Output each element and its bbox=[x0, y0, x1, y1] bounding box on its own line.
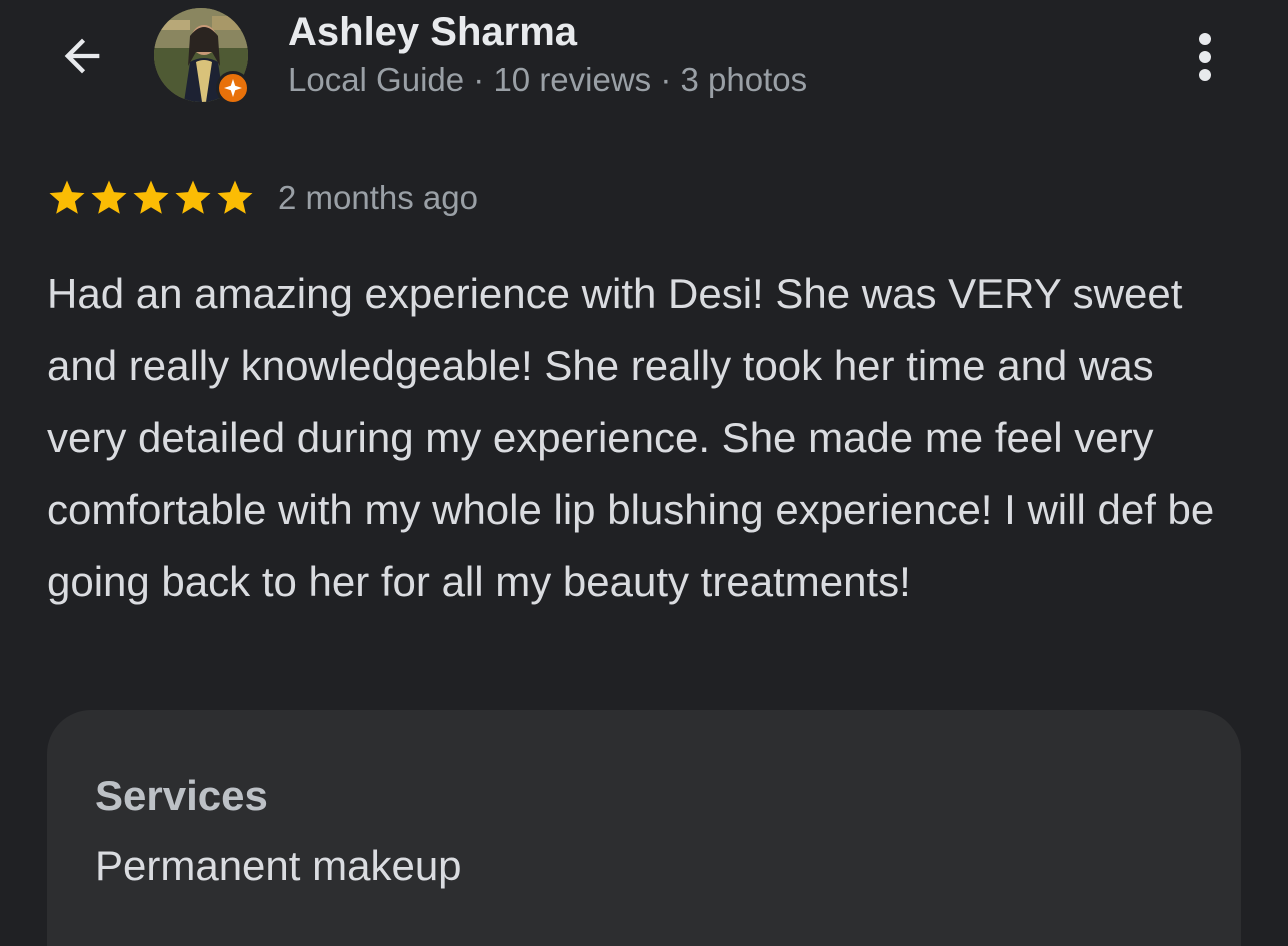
star-rating bbox=[46, 177, 256, 219]
review-text: Had an amazing experience with Desi! She… bbox=[47, 270, 1215, 605]
star-icon bbox=[175, 180, 211, 214]
local-guide-star-icon bbox=[224, 79, 242, 97]
back-button[interactable] bbox=[52, 28, 112, 84]
more-vert-icon bbox=[1199, 33, 1211, 81]
star-icon bbox=[91, 180, 127, 214]
services-title: Services bbox=[95, 772, 268, 819]
rating-row: 2 months ago bbox=[46, 176, 478, 220]
star-icon bbox=[49, 180, 85, 214]
star-icon bbox=[217, 180, 253, 214]
local-guide-badge bbox=[216, 71, 250, 105]
arrow-back-icon bbox=[64, 38, 100, 74]
reviewer-name[interactable]: Ashley Sharma bbox=[288, 10, 577, 55]
review-time: 2 months ago bbox=[278, 179, 478, 216]
services-card: Services Permanent makeup bbox=[47, 710, 1241, 946]
star-icon bbox=[133, 180, 169, 214]
avatar[interactable] bbox=[154, 8, 250, 105]
services-value: Permanent makeup bbox=[95, 842, 462, 889]
reviewer-meta: Local Guide · 10 reviews · 3 photos bbox=[288, 61, 808, 98]
more-options-button[interactable] bbox=[1180, 24, 1230, 90]
